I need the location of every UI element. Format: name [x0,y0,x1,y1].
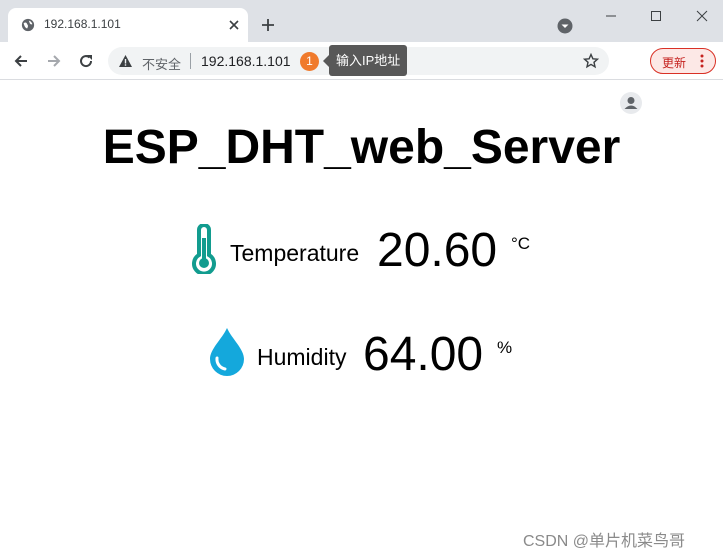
humidity-label: Humidity [257,344,347,370]
humidity-unit: % [497,338,513,357]
thermometer-icon [192,224,216,274]
menu-dots-icon[interactable] [699,53,705,69]
watermark: CSDN @单片机菜鸟哥 [523,533,686,550]
humidity-value: 64.00 [363,328,484,381]
temperature-value: 20.60 [377,224,498,277]
water-drop-icon [210,328,244,376]
temperature-unit: °C [511,234,531,253]
tab-title: 192.168.1.101 [44,17,121,31]
forward-arrow-icon[interactable] [45,52,63,70]
annotation-badge: 1 [300,52,319,71]
bookmark-star-icon[interactable] [583,53,599,69]
page-title: ESP_DHT_web_Server [102,121,621,174]
address-separator [190,53,191,69]
profile-avatar[interactable] [620,92,642,114]
warning-icon[interactable] [118,54,133,68]
close-window-icon[interactable] [694,8,710,24]
update-button[interactable]: 更新 [650,48,716,74]
browser-tab[interactable]: 192.168.1.101 [8,8,248,42]
reload-icon[interactable] [77,52,95,70]
temperature-label: Temperature [230,240,360,266]
security-status-label[interactable]: 不安全 [142,54,181,73]
close-icon[interactable] [226,17,242,33]
tab-strip: 192.168.1.101 [0,0,723,42]
annotation-tooltip: 输入IP地址 [322,45,408,76]
minimize-icon[interactable] [603,8,619,24]
new-tab-icon[interactable] [260,17,276,33]
tab-search-icon[interactable] [557,18,573,34]
globe-icon [21,18,35,32]
update-button-label: 更新 [662,56,687,70]
person-icon [624,97,638,109]
url-text[interactable]: 192.168.1.101 [201,53,291,69]
maximize-icon[interactable] [648,8,664,24]
back-arrow-icon[interactable] [12,52,30,70]
